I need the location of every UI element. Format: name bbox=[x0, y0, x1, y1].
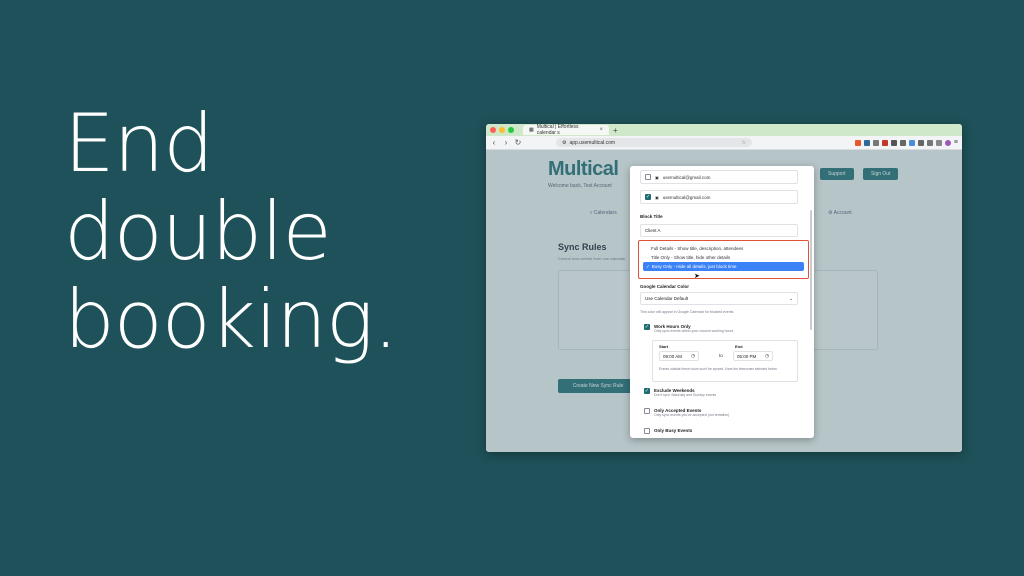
close-window-icon[interactable] bbox=[490, 127, 496, 133]
dropdown-option-busy-only[interactable]: ✓ Busy Only - Hide all details, just blo… bbox=[643, 262, 804, 271]
end-time-input[interactable]: 05:00 PM ◷ bbox=[733, 351, 773, 361]
extension-icon[interactable] bbox=[917, 139, 924, 146]
end-time-value: 05:00 PM bbox=[737, 353, 757, 359]
tab-close-icon[interactable]: × bbox=[599, 127, 603, 133]
block-title-dropdown[interactable]: Full Details - Show title, description, … bbox=[638, 240, 809, 279]
extension-icon[interactable] bbox=[899, 139, 906, 146]
mouse-cursor-icon: ➤ bbox=[694, 273, 700, 280]
extension-icon[interactable] bbox=[881, 139, 888, 146]
menu-icon[interactable]: ≡ bbox=[954, 139, 958, 146]
forward-icon[interactable]: › bbox=[502, 138, 510, 147]
work-hours-desc: Only sync events within your custom work… bbox=[654, 329, 734, 333]
clock-icon: ◷ bbox=[691, 353, 695, 358]
headline: End double booking. bbox=[64, 97, 398, 366]
browser-tab-bar: ▦ Multical | Effortless calendar s × + bbox=[486, 124, 962, 136]
profile-avatar-icon[interactable] bbox=[944, 139, 951, 146]
calendar-email: usemultical@gmail.com bbox=[662, 194, 711, 200]
calendar-checkbox[interactable] bbox=[645, 174, 651, 180]
back-icon[interactable]: ‹ bbox=[490, 138, 498, 147]
extension-icon[interactable] bbox=[935, 139, 942, 146]
google-color-select[interactable]: Use Calendar Default ⌄ bbox=[640, 292, 798, 305]
calendar-email: usemultical@gmail.com bbox=[662, 174, 711, 180]
extension-icon[interactable] bbox=[890, 139, 897, 146]
exclude-weekends-option[interactable]: ✓ Exclude Weekends Don't sync Saturday a… bbox=[644, 388, 716, 397]
new-tab-icon[interactable]: + bbox=[613, 126, 618, 135]
calendar-icon: ▣ bbox=[655, 174, 659, 180]
accepted-events-option[interactable]: Only Accepted Events Only sync events yo… bbox=[644, 408, 729, 417]
block-title-label: Block Title bbox=[640, 214, 663, 219]
browser-tab[interactable]: ▦ Multical | Effortless calendar s × bbox=[523, 124, 609, 136]
extension-icon[interactable] bbox=[872, 139, 879, 146]
google-color-label: Google Calendar Color bbox=[640, 284, 690, 289]
clock-icon: ◷ bbox=[765, 353, 769, 358]
busy-events-option[interactable]: Only Busy Events bbox=[644, 428, 692, 434]
extension-icon[interactable] bbox=[854, 139, 861, 146]
bookmark-icon[interactable]: ☆ bbox=[742, 140, 746, 146]
reload-icon[interactable]: ↻ bbox=[514, 138, 522, 147]
url-text: app.usemultical.com bbox=[569, 139, 616, 146]
maximize-window-icon[interactable] bbox=[508, 127, 514, 133]
check-icon: ✓ bbox=[646, 263, 650, 269]
google-color-value: Use Calendar Default bbox=[645, 296, 689, 301]
start-time-input[interactable]: 09:00 AM ◷ bbox=[659, 351, 699, 361]
minimize-window-icon[interactable] bbox=[499, 127, 505, 133]
calendar-checkbox[interactable]: ✓ bbox=[645, 194, 651, 200]
work-hours-checkbox[interactable]: ✓ bbox=[644, 324, 650, 330]
headline-line-3: booking. bbox=[64, 273, 398, 366]
dropdown-option-label: Busy Only - Hide all details, just block… bbox=[651, 264, 737, 269]
sync-rule-modal: ▣ usemultical@gmail.com ✓ ▣ usemultical@… bbox=[630, 166, 814, 438]
start-time-value: 09:00 AM bbox=[663, 353, 683, 359]
work-hours-panel: Start End 09:00 AM ◷ to 05:00 PM ◷ Event… bbox=[652, 340, 798, 382]
extension-icon[interactable] bbox=[863, 139, 870, 146]
tab-title: Multical | Effortless calendar s bbox=[536, 124, 579, 136]
extension-icon[interactable] bbox=[908, 139, 915, 146]
browser-toolbar: ‹ › ↻ ⚙ app.usemultical.com ☆ ≡ bbox=[486, 136, 962, 150]
calendar-option-row[interactable]: ▣ usemultical@gmail.com bbox=[640, 170, 798, 184]
extension-icon[interactable] bbox=[926, 139, 933, 146]
dropdown-option-full-details[interactable]: Full Details - Show title, description, … bbox=[643, 244, 804, 253]
extensions-area: ≡ bbox=[854, 139, 958, 146]
accepted-desc: Only sync events you've accepted (not te… bbox=[654, 413, 730, 417]
color-help-text: This color will appear in Google Calenda… bbox=[640, 310, 734, 314]
browser-window: ▦ Multical | Effortless calendar s × + ‹… bbox=[486, 124, 962, 452]
modal-scrollbar[interactable] bbox=[810, 210, 812, 330]
block-title-input[interactable]: Client A bbox=[640, 224, 798, 237]
calendar-option-row[interactable]: ✓ ▣ usemultical@gmail.com bbox=[640, 190, 798, 204]
headline-line-2: double bbox=[64, 185, 332, 278]
end-label: End bbox=[735, 344, 743, 349]
to-label: to bbox=[719, 353, 723, 358]
address-bar[interactable]: ⚙ app.usemultical.com ☆ bbox=[556, 138, 752, 147]
chevron-down-icon: ⌄ bbox=[789, 295, 793, 301]
busy-title: Only Busy Events bbox=[654, 428, 693, 433]
time-note: Events outside these hours won't be sync… bbox=[659, 367, 778, 371]
tab-favicon-icon: ▦ bbox=[529, 127, 534, 133]
accepted-checkbox[interactable] bbox=[644, 408, 650, 414]
work-hours-option[interactable]: ✓ Work Hours Only Only sync events withi… bbox=[644, 324, 733, 333]
weekends-desc: Don't sync Saturday and Sunday events bbox=[654, 393, 717, 397]
weekends-checkbox[interactable]: ✓ bbox=[644, 388, 650, 394]
headline-line-1: End bbox=[64, 97, 214, 190]
busy-checkbox[interactable] bbox=[644, 428, 650, 434]
site-info-icon[interactable]: ⚙ bbox=[562, 140, 566, 146]
app-page: Multical Welcome back, Test Account Supp… bbox=[486, 150, 962, 452]
start-label: Start bbox=[659, 344, 669, 349]
calendar-icon: ▣ bbox=[655, 194, 659, 200]
dropdown-option-title-only[interactable]: Title Only - Show title, hide other deta… bbox=[643, 253, 804, 262]
